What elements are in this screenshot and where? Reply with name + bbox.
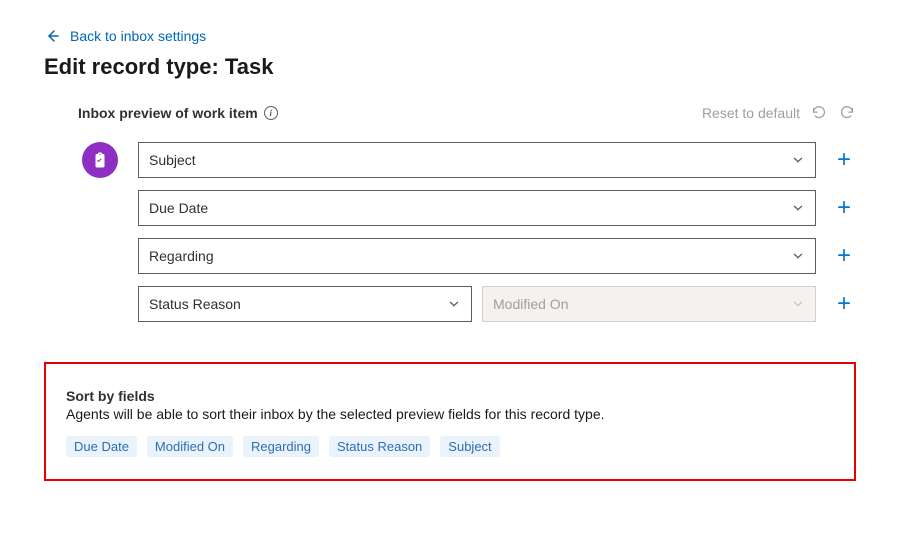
add-field-button[interactable]: + [832, 244, 856, 268]
field-select-subject[interactable]: Subject [138, 142, 816, 178]
add-field-button[interactable]: + [832, 292, 856, 316]
preview-row-1: Subject + [78, 142, 856, 178]
sort-chip[interactable]: Modified On [147, 436, 233, 457]
field-select-label: Modified On [493, 296, 568, 312]
sort-chip[interactable]: Subject [440, 436, 499, 457]
field-select-label: Status Reason [149, 296, 241, 312]
field-select-label: Subject [149, 152, 196, 168]
clipboard-icon [82, 142, 118, 178]
sort-chip[interactable]: Status Reason [329, 436, 430, 457]
chevron-down-icon [791, 297, 805, 311]
sort-chip[interactable]: Due Date [66, 436, 137, 457]
sort-section-desc: Agents will be able to sort their inbox … [66, 406, 834, 422]
field-select-due-date[interactable]: Due Date [138, 190, 816, 226]
add-field-button[interactable]: + [832, 148, 856, 172]
back-link[interactable]: Back to inbox settings [44, 28, 856, 44]
field-select-status-reason[interactable]: Status Reason [138, 286, 472, 322]
arrow-left-icon [44, 28, 60, 44]
add-field-button[interactable]: + [832, 196, 856, 220]
field-select-label: Due Date [149, 200, 208, 216]
preview-row-3: Regarding + [78, 238, 856, 274]
preview-row-4: Status Reason Modified On + [78, 286, 856, 322]
info-icon[interactable]: i [264, 106, 278, 120]
sort-section-title: Sort by fields [66, 388, 834, 404]
reset-to-default-link[interactable]: Reset to default [702, 105, 800, 121]
sort-by-fields-section: Sort by fields Agents will be able to so… [44, 362, 856, 481]
field-select-label: Regarding [149, 248, 214, 264]
field-select-regarding[interactable]: Regarding [138, 238, 816, 274]
back-link-label: Back to inbox settings [70, 28, 206, 44]
chevron-down-icon [447, 297, 461, 311]
field-select-modified-on: Modified On [482, 286, 816, 322]
chevron-down-icon [791, 201, 805, 215]
page-title: Edit record type: Task [44, 54, 856, 80]
undo-icon[interactable] [810, 104, 828, 122]
preview-row-2: Due Date + [78, 190, 856, 226]
preview-section-label: Inbox preview of work item [78, 105, 258, 121]
sort-chip[interactable]: Regarding [243, 436, 319, 457]
chevron-down-icon [791, 249, 805, 263]
redo-icon[interactable] [838, 104, 856, 122]
chevron-down-icon [791, 153, 805, 167]
